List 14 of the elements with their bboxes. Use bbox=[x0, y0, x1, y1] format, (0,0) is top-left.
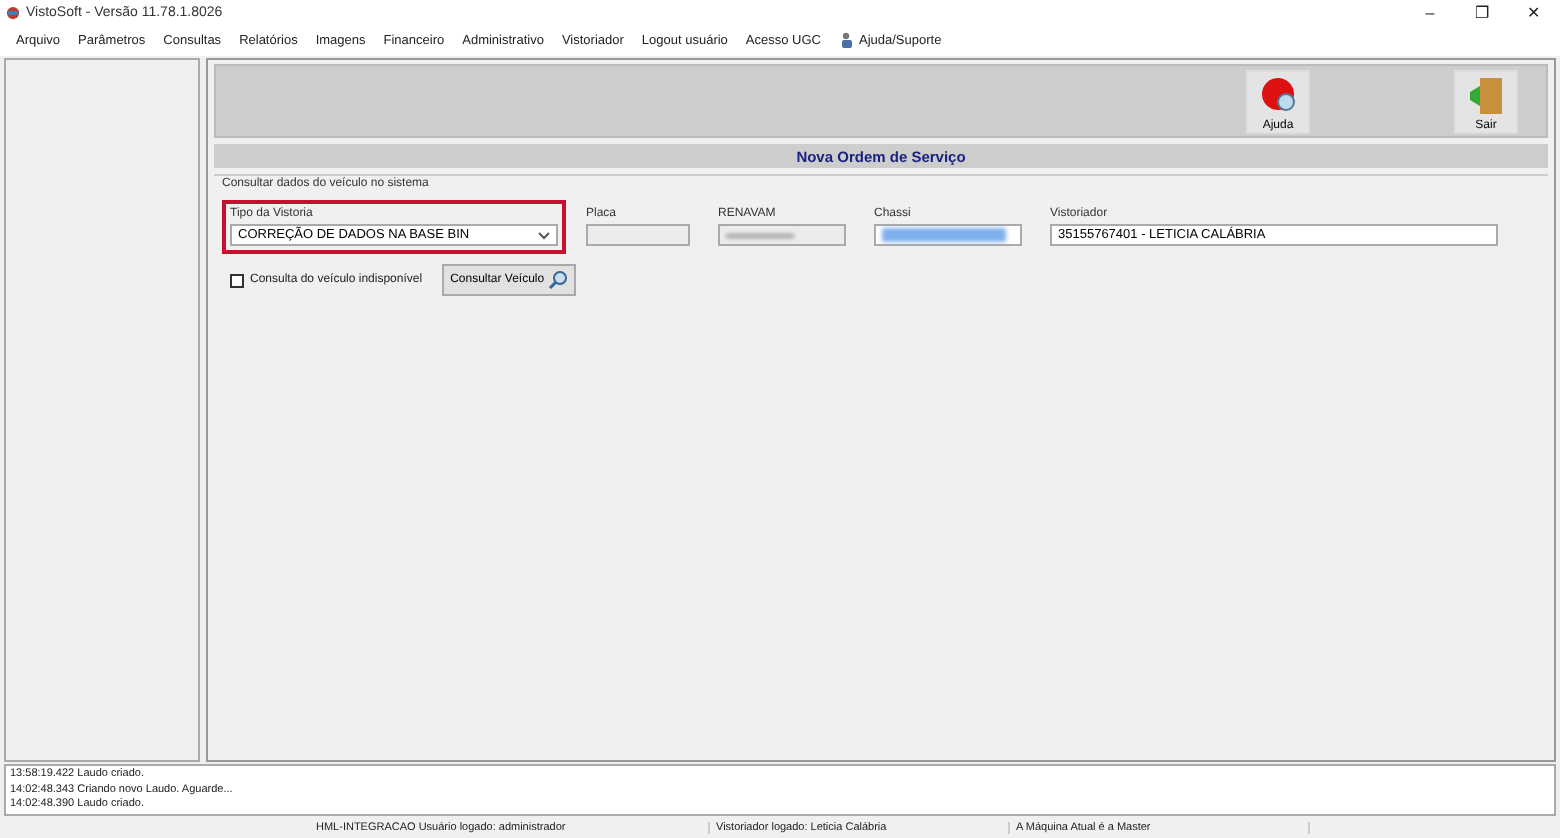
checkbox[interactable] bbox=[230, 273, 244, 287]
people-icon bbox=[839, 32, 855, 48]
input-field[interactable] bbox=[718, 224, 846, 246]
window-control[interactable]: ❐ bbox=[1456, 3, 1508, 21]
input-field[interactable] bbox=[874, 224, 1022, 246]
redacted-value bbox=[882, 228, 1006, 242]
window-control[interactable]: – bbox=[1404, 3, 1456, 21]
search-icon bbox=[548, 270, 569, 290]
chevron-down-icon bbox=[538, 231, 550, 239]
input-field[interactable] bbox=[586, 224, 690, 246]
app-logo-icon bbox=[6, 5, 20, 19]
door-icon bbox=[1468, 75, 1508, 115]
help-magnifier-icon bbox=[1260, 75, 1300, 115]
window-control[interactable]: ✕ bbox=[1508, 3, 1560, 21]
